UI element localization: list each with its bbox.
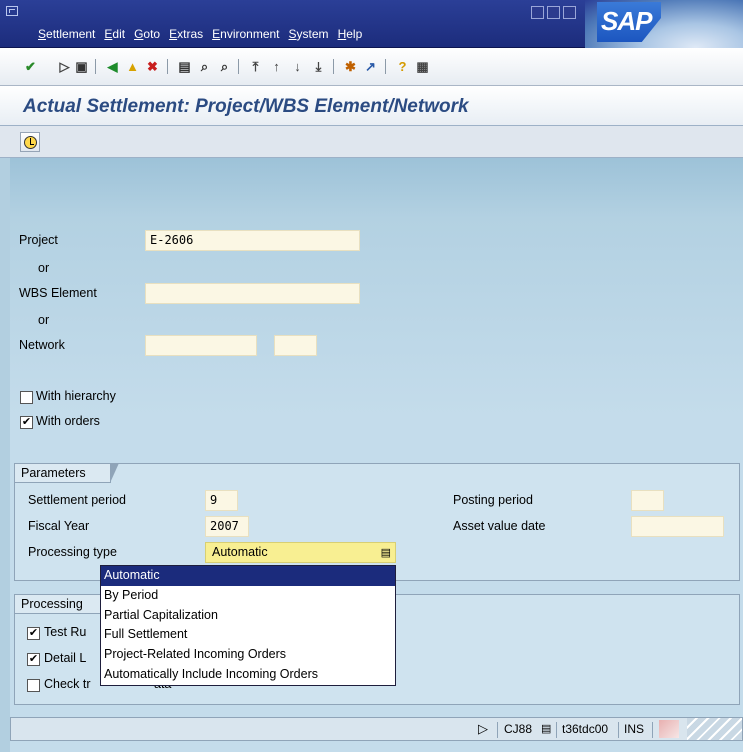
- with-orders-checkbox[interactable]: ✔: [20, 416, 33, 429]
- find-icon[interactable]: ⌕: [196, 58, 213, 75]
- processing-type-label: Processing type: [28, 545, 117, 559]
- menu-system[interactable]: System: [289, 27, 329, 41]
- processing-type-combo[interactable]: Automatic ▤: [205, 542, 396, 563]
- last-page-icon[interactable]: ⤓: [310, 58, 327, 75]
- close-window-button[interactable]: [563, 6, 576, 19]
- or-label: or: [38, 261, 50, 275]
- posting-period-label: Posting period: [453, 493, 533, 507]
- minimize-button[interactable]: [531, 6, 544, 19]
- enter-icon[interactable]: ✔: [22, 58, 39, 75]
- dropdown-option-full-settlement[interactable]: Full Settlement: [101, 625, 395, 645]
- maximize-button[interactable]: [547, 6, 560, 19]
- resize-grip[interactable]: [687, 718, 742, 740]
- print-icon[interactable]: ▤: [176, 58, 193, 75]
- wbs-element-field[interactable]: [145, 283, 360, 304]
- network-field[interactable]: [145, 335, 257, 356]
- find-next-icon[interactable]: ⌕: [216, 58, 233, 75]
- menu-environment[interactable]: Environment: [212, 27, 279, 41]
- settlement-period-field[interactable]: 9: [205, 490, 238, 511]
- with-hierarchy-label: With hierarchy: [36, 389, 116, 403]
- input-mode[interactable]: INS: [624, 722, 644, 736]
- first-page-icon[interactable]: ⤒: [247, 58, 264, 75]
- layout-menu-icon[interactable]: ▦: [414, 58, 431, 75]
- page-title: Actual Settlement: Project/WBS Element/N…: [23, 96, 469, 117]
- server-name: t36tdc00: [562, 722, 609, 736]
- detail-lists-label: Detail L: [44, 651, 87, 665]
- fiscal-year-field[interactable]: 2007: [205, 516, 249, 537]
- menu-extras[interactable]: Extras: [169, 27, 203, 41]
- processing-options-group-title: Processing: [15, 594, 109, 614]
- menu-edit[interactable]: Edit: [104, 27, 125, 41]
- transaction-code: CJ88: [504, 722, 533, 736]
- application-toolbar: [0, 126, 743, 158]
- dropdown-option-partial-capitalization[interactable]: Partial Capitalization: [101, 606, 395, 626]
- dropdown-option-auto-include-incoming-orders[interactable]: Automatically Include Incoming Orders: [101, 665, 395, 685]
- asset-value-date-label: Asset value date: [453, 519, 546, 533]
- menu-goto[interactable]: Goto: [134, 27, 160, 41]
- test-run-checkbox[interactable]: ✔: [27, 627, 40, 640]
- status-bar: ▷ CJ88 ▤ t36tdc00 INS: [10, 717, 743, 741]
- menu-settlement[interactable]: Settlement: [38, 27, 95, 41]
- create-shortcut-icon[interactable]: ↗: [362, 58, 379, 75]
- command-field-toggle-icon[interactable]: ▷: [56, 58, 73, 75]
- status-bar-toggle-icon[interactable]: ▷: [478, 721, 488, 737]
- sap-gui-activity-icon: [659, 720, 679, 738]
- processing-type-value: Automatic: [212, 545, 268, 559]
- test-run-label: Test Ru: [44, 625, 87, 639]
- network-label: Network: [19, 338, 65, 352]
- screen-title-bar: Actual Settlement: Project/WBS Element/N…: [0, 86, 743, 126]
- check-trans-data-checkbox[interactable]: [27, 679, 40, 692]
- project-label: Project: [19, 233, 58, 247]
- exit-icon[interactable]: ▲: [124, 58, 141, 75]
- sap-logo-text: SAP: [601, 6, 652, 36]
- window-controls: [531, 6, 576, 19]
- session-list-icon[interactable]: ▤: [541, 722, 551, 735]
- menu-bar: Settlement Edit Goto Extras Environment …: [38, 27, 371, 41]
- dropdown-option-by-period[interactable]: By Period: [101, 586, 395, 606]
- parameters-group-title: Parameters: [15, 463, 119, 483]
- fiscal-year-label: Fiscal Year: [28, 519, 90, 533]
- dropdown-list-icon[interactable]: ▤: [381, 546, 391, 559]
- back-icon[interactable]: ◀: [104, 58, 121, 75]
- save-icon[interactable]: ▣: [73, 58, 90, 75]
- settlement-period-label: Settlement period: [28, 493, 126, 507]
- with-hierarchy-checkbox[interactable]: [20, 391, 33, 404]
- wbs-element-label: WBS Element: [19, 286, 97, 300]
- dropdown-option-automatic[interactable]: Automatic: [101, 566, 395, 586]
- asset-value-date-field[interactable]: [631, 516, 724, 537]
- execute-button[interactable]: [20, 132, 40, 152]
- project-field[interactable]: E-2606: [145, 230, 360, 251]
- detail-lists-checkbox[interactable]: ✔: [27, 653, 40, 666]
- cancel-icon[interactable]: ✖: [144, 58, 161, 75]
- previous-page-icon[interactable]: ↑: [268, 58, 285, 75]
- check-trans-data-label: Check tr: [44, 677, 91, 691]
- standard-toolbar: ✔ ▷ ▣ ◀ ▲ ✖ ▤ ⌕ ⌕ ⤒ ↑ ↓ ⤓ ✱ ↗ ? ▦: [0, 48, 743, 86]
- dropdown-option-project-related-incoming-orders[interactable]: Project-Related Incoming Orders: [101, 645, 395, 665]
- next-page-icon[interactable]: ↓: [289, 58, 306, 75]
- processing-type-dropdown: Automatic By Period Partial Capitalizati…: [100, 565, 396, 686]
- network-activity-field[interactable]: [274, 335, 317, 356]
- help-icon[interactable]: ?: [394, 58, 411, 75]
- menu-help[interactable]: Help: [338, 27, 363, 41]
- create-session-icon[interactable]: ✱: [342, 58, 359, 75]
- posting-period-field[interactable]: [631, 490, 664, 511]
- execute-icon: [23, 135, 37, 149]
- with-orders-label: With orders: [36, 414, 100, 428]
- window-menu-icon[interactable]: [6, 6, 18, 16]
- or-label: or: [38, 313, 50, 327]
